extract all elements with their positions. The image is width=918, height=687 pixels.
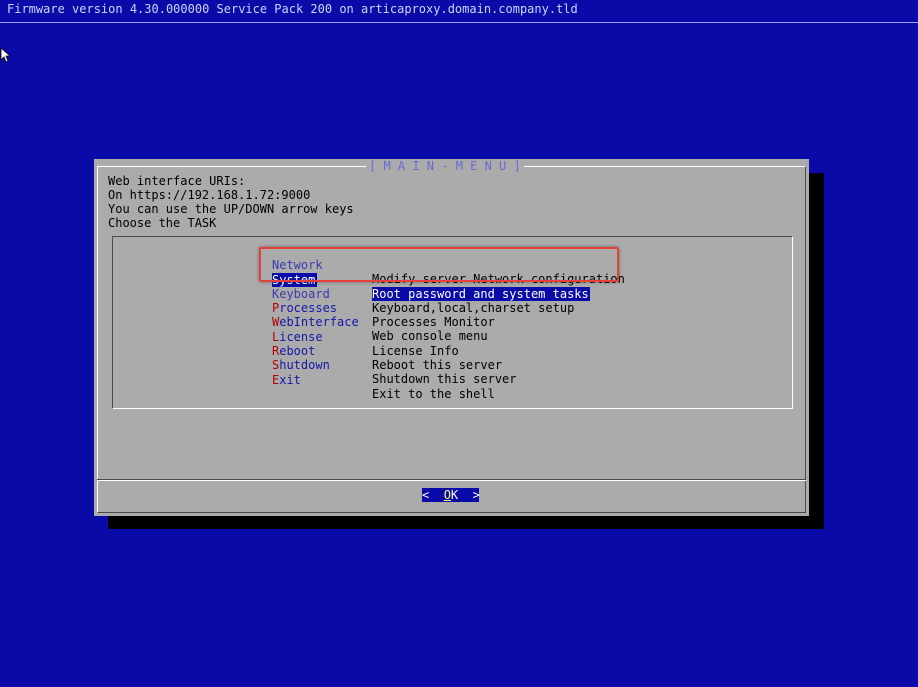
info-line-arrow-keys: You can use the UP/DOWN arrow keys xyxy=(108,202,354,216)
menu-item-reboot[interactable]: Reboot Reboot this server xyxy=(272,330,502,372)
button-row-divider xyxy=(97,479,806,481)
menu-item-exit[interactable]: Exit Exit to the shell xyxy=(272,359,495,401)
annotation-highlight-box xyxy=(259,247,619,282)
menu-item-tag: Exit xyxy=(272,373,301,387)
mouse-pointer-icon xyxy=(0,47,10,63)
menu-item-description: Root password and system tasks xyxy=(372,287,590,301)
ok-button[interactable]: < OK > xyxy=(422,488,480,502)
menu-item-description: Reboot this server xyxy=(372,358,503,372)
menu-item-description: Web console menu xyxy=(372,329,488,343)
menu-item-description: Keyboard,local,charset setup xyxy=(372,301,575,315)
menu-item-shutdown[interactable]: Shutdown Shutdown this server xyxy=(272,344,517,386)
menu-item-description: Processes Monitor xyxy=(372,315,495,329)
menu-item-processes[interactable]: Processes Processes Monitor xyxy=(272,287,495,329)
info-line-web-uris: Web interface URIs: xyxy=(108,174,246,188)
menu-item-description: License Info xyxy=(372,344,459,358)
info-line-choose-task: Choose the TASK xyxy=(108,216,217,230)
menu-item-webinterface[interactable]: WebInterface Web console menu xyxy=(272,301,488,343)
info-line-url: On https://192.168.1.72:9000 xyxy=(108,188,311,202)
menu-item-description: Exit to the shell xyxy=(372,387,495,401)
dialog-title: [ M A I N - M E N U ] xyxy=(366,159,524,173)
menu-item-description: Shutdown this server xyxy=(372,372,517,386)
firmware-version-text: Firmware version 4.30.000000 Service Pac… xyxy=(7,2,578,16)
firmware-status-bar: Firmware version 4.30.000000 Service Pac… xyxy=(0,0,918,23)
main-menu-dialog: [ M A I N - M E N U ] Web interface URIs… xyxy=(94,159,809,516)
menu-item-license[interactable]: License License Info xyxy=(272,316,459,358)
